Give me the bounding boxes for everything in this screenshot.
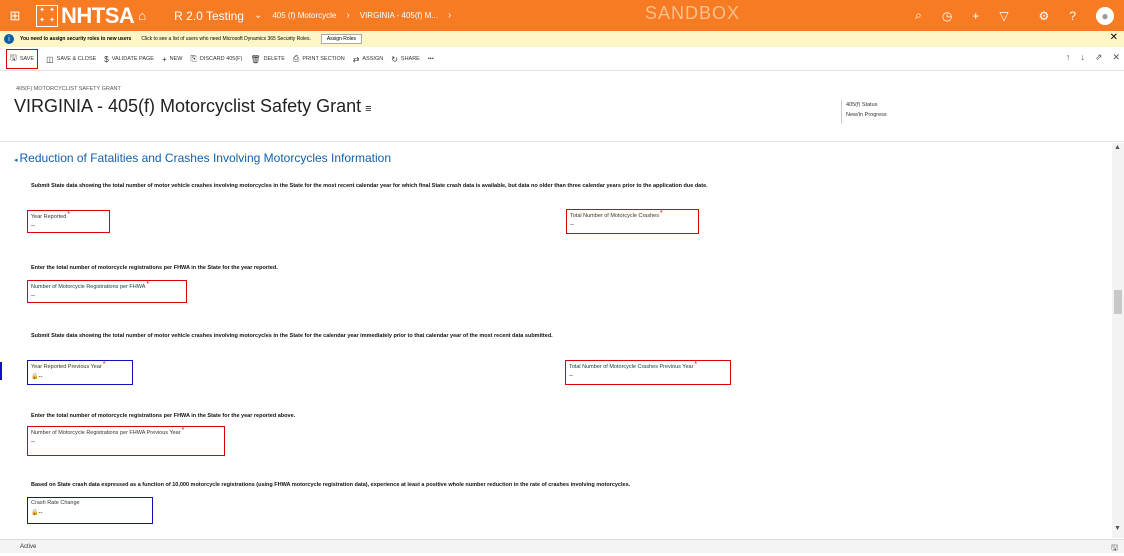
status-field: 405(f) Status New/In Progress [841,100,901,124]
total-crashes-field[interactable]: Total Number of Motorcycle Crashes* -- [566,209,699,234]
avatar[interactable]: ● [1096,6,1114,25]
year-reported-previous-field[interactable]: Year Reported Previous Year* 🔒-- [27,360,133,385]
notification-bar: i You need to assign security roles to n… [0,31,1124,47]
section-title[interactable]: ◂ Reduction of Fatalities and Crashes Inv… [14,151,391,165]
popout-icon[interactable]: ⇗ [1095,52,1103,63]
share-icon: ↻ [391,54,398,64]
gear-icon[interactable]: ⚙ [1039,9,1050,23]
arrow-down-icon[interactable]: ↓ [1080,52,1085,63]
close-icon[interactable]: ✕ [1110,32,1118,43]
plus-icon: + [161,54,167,64]
breadcrumb-separator-icon: › [346,10,350,21]
save-button[interactable]: 🖫 SAVE [6,49,39,69]
record-status: Active [20,543,37,550]
registrations-value[interactable]: -- [31,293,183,299]
app-switcher-chevron-icon[interactable]: ⌄ [254,10,262,21]
discard-icon: ⎘ [190,54,197,63]
instruction-5: Based on State crash data expressed as a… [31,482,631,488]
page-title: VIRGINIA - 405(f) Motorcyclist Safety Gr… [14,96,372,116]
info-icon: i [4,34,14,44]
status-label: 405(f) Status [846,102,878,108]
save-close-button[interactable]: ◫ SAVE & CLOSE [46,55,96,64]
breadcrumb-chevron-icon[interactable]: › [448,10,451,21]
save-close-icon: ◫ [46,54,54,64]
crashes-previous-value[interactable]: -- [569,373,727,379]
validate-icon: $ [104,54,109,64]
entity-type-label: 405(F) MOTORCYCLIST SAFETY GRANT [16,86,121,92]
validate-page-button[interactable]: $ VALIDATE PAGE [104,55,154,64]
discard-button[interactable]: ⎘ DISCARD 405(F) [190,54,242,64]
divider [0,141,1124,142]
instruction-1: Submit State data showing the total numb… [31,183,708,189]
selection-marker [0,362,2,380]
collapse-arrow-icon[interactable]: ◂ [14,157,18,164]
brand-logo[interactable]: ✦ ✦ ✦ ✦ NHTSA [36,2,135,29]
crash-rate-change-field[interactable]: Crash Rate Change 🔒-- [27,497,153,524]
arrow-up-icon[interactable]: ↑ [1066,52,1071,63]
total-crashes-value[interactable]: -- [570,222,695,228]
breadcrumb-record[interactable]: VIRGINIA - 405(f) M... [360,11,438,20]
assign-roles-button[interactable]: Assign Roles [320,34,363,44]
print-section-button[interactable]: ⎙ PRINT SECTION [293,54,345,64]
sandbox-label: SANDBOX [645,3,741,23]
instruction-2: Enter the total number of motorcycle reg… [31,265,278,271]
scrollbar[interactable] [1112,143,1124,538]
year-reported-value[interactable]: -- [31,223,106,229]
share-button[interactable]: ↻ SHARE [391,55,420,64]
notification-text: Click to see a list of users who need Mi… [141,36,311,42]
scrollbar-thumb[interactable] [1114,290,1122,314]
trash-icon: 🗑 [250,54,261,64]
delete-button[interactable]: 🗑 DELETE [250,55,285,64]
top-navigation-bar: ⊞ ✦ ✦ ✦ ✦ NHTSA ⌂ R 2.0 Testing ⌄ 405 (f) M… [0,0,1124,31]
search-icon[interactable]: ⌕ [915,8,922,23]
new-button[interactable]: + NEW [162,55,183,64]
home-icon[interactable]: ⌂ [138,8,146,23]
year-reported-field[interactable]: Year Reported* -- [27,210,110,233]
status-value: New/In Progress [846,112,887,118]
nhtsa-logo-mark: ✦ ✦ ✦ ✦ [36,4,58,27]
assign-icon: ⇄ [352,54,360,64]
instruction-4: Enter the total number of motorcycle reg… [31,413,296,419]
notification-bold-text: You need to assign security roles to new… [20,36,132,42]
save-icon: 🖫 [10,53,17,62]
scroll-up-icon[interactable]: ▲ [1114,144,1121,151]
footer-save-icon[interactable]: 🖫 [1111,542,1118,556]
top-icons: ⌕ ◷ + ▽ ⚙ ? ● [895,0,1114,31]
filter-icon[interactable]: ▽ [999,9,1008,23]
status-footer: Active 🖫 [0,539,1124,553]
command-bar: 🖫 SAVE ◫ SAVE & CLOSE $ VALIDATE PAGE + NEW … [0,49,1124,69]
app-launcher-icon[interactable]: ⊞ [0,0,30,31]
record-navigation: ↑ ↓ ⇗ ✕ [1056,52,1120,63]
more-commands-button[interactable]: ••• [428,56,434,62]
form-selector-icon[interactable]: ≡ [365,103,371,115]
help-icon[interactable]: ? [1069,9,1076,23]
app-name[interactable]: R 2.0 Testing [174,9,244,23]
instruction-3: Submit State data showing the total numb… [31,333,553,339]
scroll-down-icon[interactable]: ▼ [1114,525,1121,532]
registrations-previous-field[interactable]: Number of Motorcycle Registrations per F… [27,426,225,456]
breadcrumb-entity[interactable]: 405 (f) Motorcycle [272,11,336,20]
assign-button[interactable]: ⇄ ASSIGN [353,55,384,64]
registrations-field[interactable]: Number of Motorcycle Registrations per F… [27,280,187,303]
recent-history-icon[interactable]: ◷ [942,9,952,23]
crash-rate-value: 🔒-- [31,510,43,516]
add-icon[interactable]: + [972,9,979,23]
brand-name: NHTSA [61,2,135,28]
printer-icon: ⎙ [292,54,300,63]
registrations-previous-value[interactable]: -- [31,439,221,445]
year-previous-value: 🔒-- [31,374,43,380]
crashes-previous-field[interactable]: Total Number of Motorcycle Crashes Previ… [565,360,731,385]
close-form-icon[interactable]: ✕ [1112,52,1120,63]
divider [0,70,1124,71]
